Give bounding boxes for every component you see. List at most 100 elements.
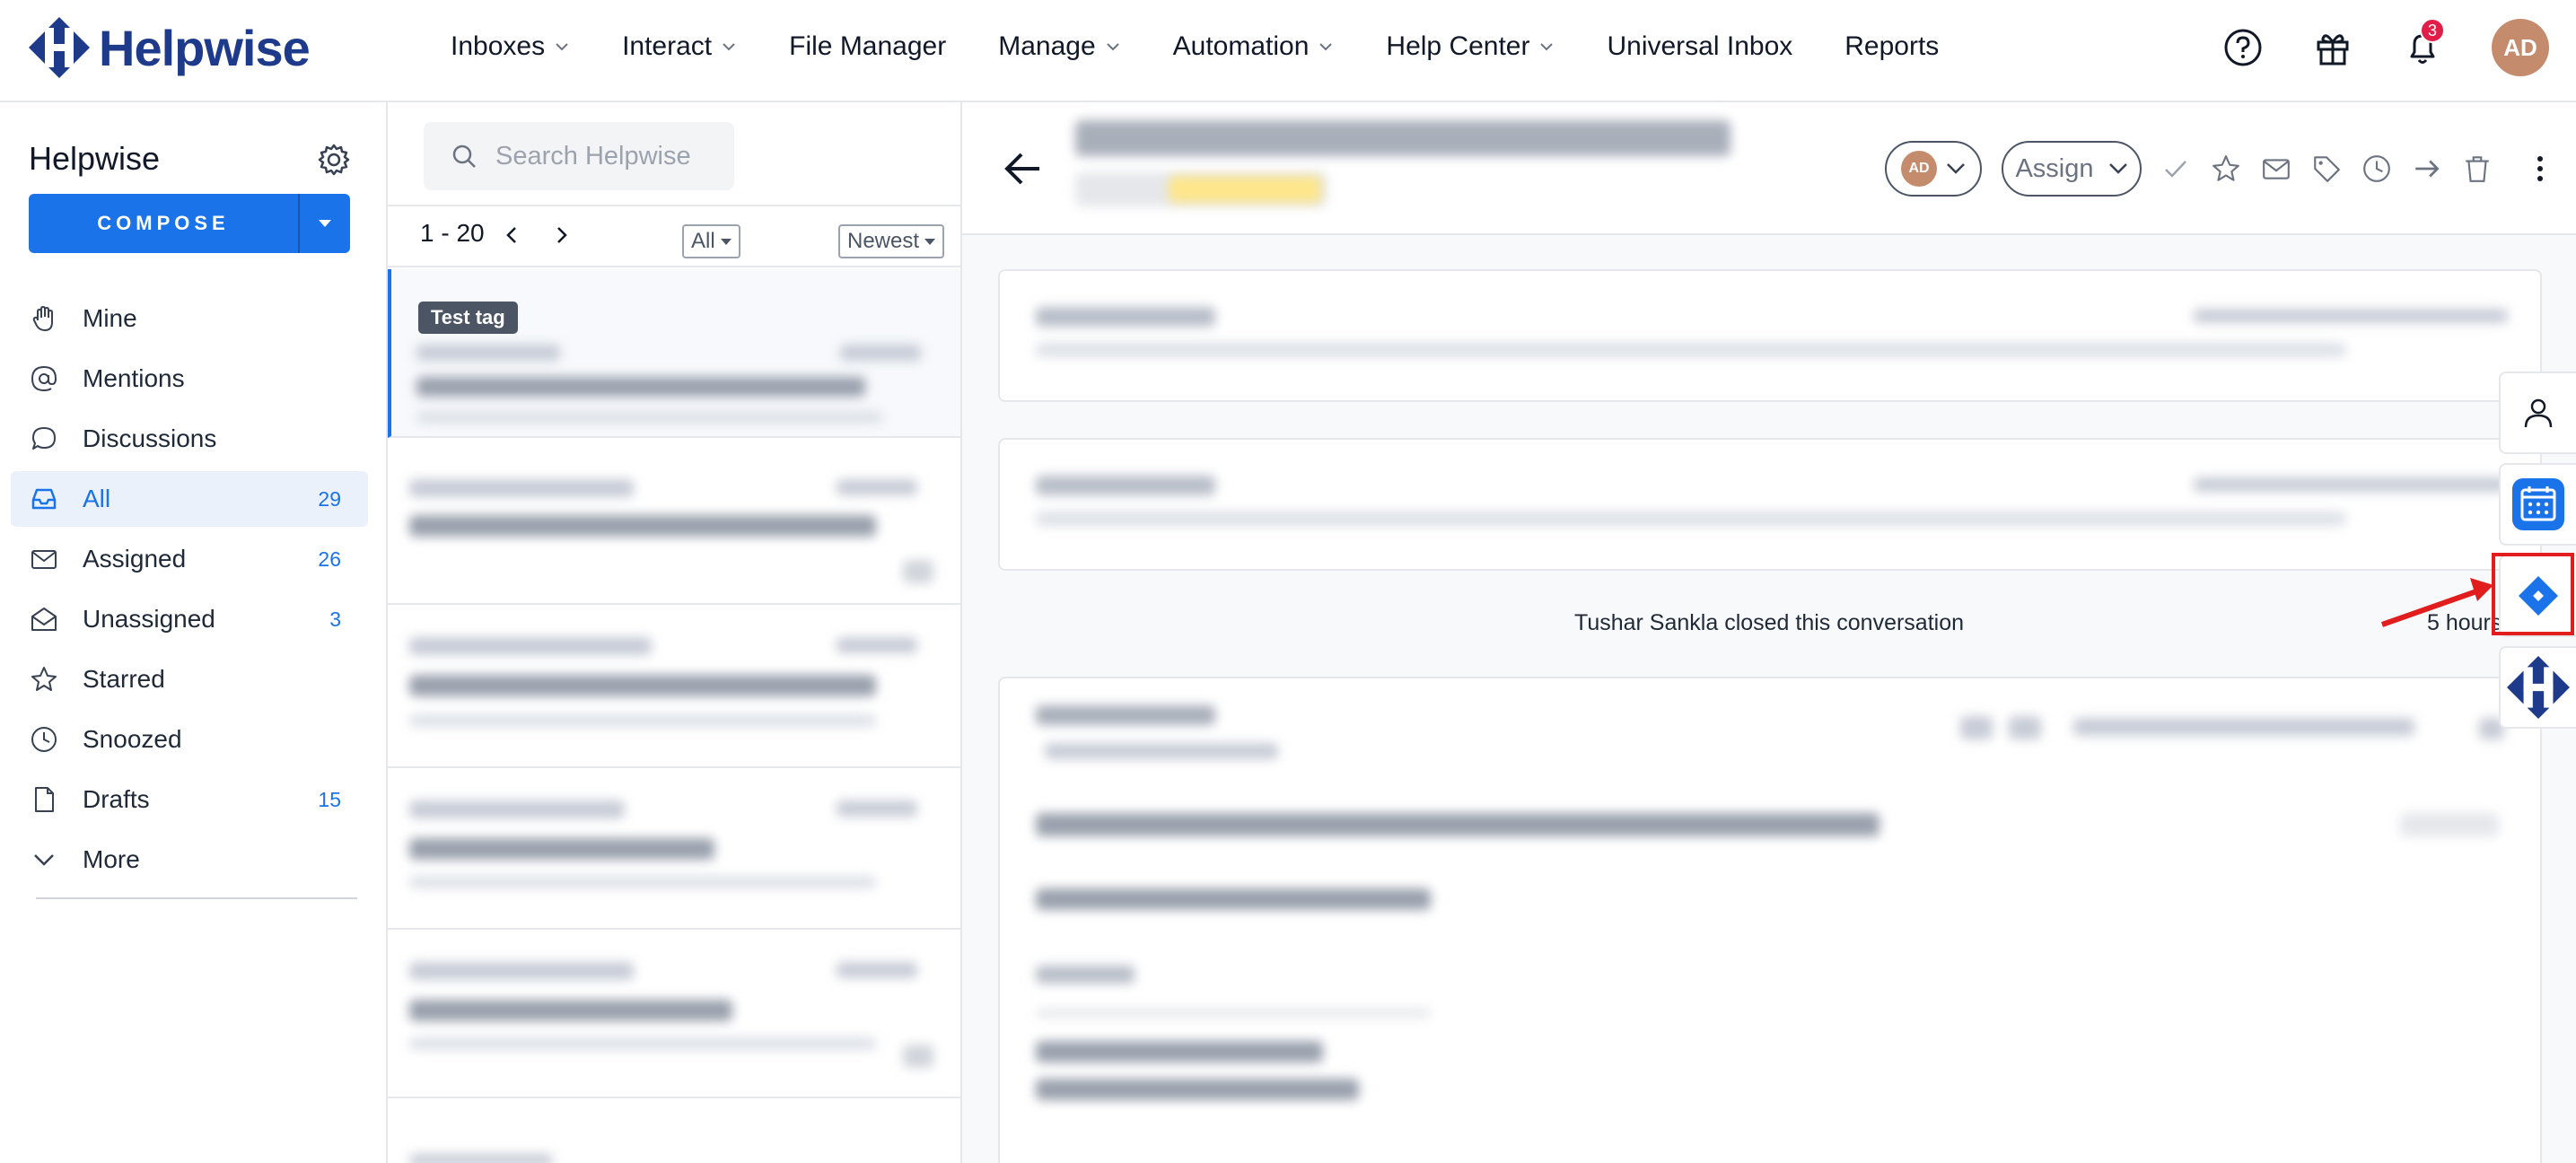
conversation-list-item[interactable]: [388, 605, 960, 768]
assignee-selector[interactable]: AD: [1885, 141, 1982, 197]
nav-reports[interactable]: Reports: [1844, 31, 1939, 62]
compose-button[interactable]: COMPOSE: [29, 194, 298, 253]
nav-automation[interactable]: Automation: [1173, 31, 1335, 62]
prev-page-button[interactable]: [497, 221, 526, 249]
assign-button[interactable]: Assign: [2002, 141, 2142, 197]
annotation-arrow-icon: [2381, 578, 2493, 627]
sidebar-item-drafts[interactable]: Drafts 15: [11, 772, 368, 827]
nav-interact-label: Interact: [622, 31, 713, 61]
snooze-button[interactable]: [2352, 144, 2402, 194]
star-icon: [2212, 155, 2239, 181]
blurred-preview: [416, 411, 883, 424]
blurred-time: [837, 637, 917, 653]
blurred-subject: [409, 1000, 732, 1021]
nav-inboxes-label: Inboxes: [451, 31, 546, 61]
sidebar-item-label: Mentions: [83, 364, 185, 392]
conversation-list-panel: 1 - 20 All Newest Test tag: [388, 102, 962, 1163]
nav-interact[interactable]: Interact: [622, 31, 737, 62]
search-box[interactable]: [424, 122, 734, 190]
helpwise-logo-icon: [29, 17, 90, 78]
sidebar-item-label: Discussions: [83, 424, 217, 452]
blurred-icon: [1960, 716, 1993, 739]
user-avatar[interactable]: AD: [2492, 19, 2549, 76]
contact-details-button[interactable]: [2499, 372, 2576, 454]
draft-icon: [29, 784, 59, 815]
calendar-icon: [2512, 478, 2564, 530]
blurred-sender: [416, 345, 560, 361]
nav-file-manager[interactable]: File Manager: [789, 31, 946, 62]
more-options-button[interactable]: [2515, 144, 2565, 194]
notifications-button[interactable]: 3: [2393, 18, 2452, 77]
calendar-app-button[interactable]: [2499, 463, 2576, 546]
chat-bubble-icon: [29, 424, 59, 454]
nav-help-center[interactable]: Help Center: [1386, 31, 1555, 62]
caret-down-icon: [319, 220, 331, 227]
close-conversation-button[interactable]: [2151, 144, 2201, 194]
conversation-list-item[interactable]: [388, 438, 960, 605]
notification-count-badge: 3: [2420, 18, 2445, 43]
compose-dropdown-button[interactable]: [298, 194, 350, 253]
nav-universal-inbox[interactable]: Universal Inbox: [1607, 31, 1792, 62]
next-page-button[interactable]: [548, 221, 576, 249]
mark-unread-button[interactable]: [2251, 144, 2301, 194]
sidebar-item-mine[interactable]: Mine: [11, 291, 368, 346]
helpwise-logo-icon: [2507, 656, 2570, 719]
sidebar-item-more[interactable]: More: [11, 832, 368, 888]
message-card-expanded: [998, 677, 2542, 1163]
helpwise-app-button[interactable]: [2499, 646, 2576, 729]
brand-name: Helpwise: [99, 19, 311, 76]
sidebar-item-starred[interactable]: Starred: [11, 651, 368, 707]
message-card-collapsed[interactable]: [998, 269, 2542, 402]
sort-dropdown[interactable]: Newest: [838, 224, 945, 258]
caret-down-icon: [924, 238, 936, 245]
message-card-collapsed[interactable]: [998, 438, 2542, 571]
sidebar-item-unassigned[interactable]: Unassigned 3: [11, 591, 368, 647]
nav-inboxes[interactable]: Inboxes: [451, 31, 570, 62]
sidebar-item-all[interactable]: All 29: [11, 471, 368, 527]
forward-button[interactable]: [2402, 144, 2452, 194]
sidebar-item-label: Mine: [83, 304, 137, 332]
conversation-list-item[interactable]: Test tag: [388, 269, 960, 438]
blurred-preview: [1036, 512, 2346, 526]
blurred-body-line: [1036, 1079, 1359, 1100]
sidebar-item-discussions[interactable]: Discussions: [11, 411, 368, 467]
sidebar-item-assigned[interactable]: Assigned 26: [11, 531, 368, 587]
sidebar-item-count: 3: [329, 607, 341, 631]
sidebar-item-snoozed[interactable]: Snoozed: [11, 712, 368, 767]
blurred-timestamp: [2073, 718, 2414, 736]
nav-manage[interactable]: Manage: [998, 31, 1120, 62]
conversation-list-item[interactable]: [388, 768, 960, 930]
chevron-down-icon: [29, 844, 59, 875]
delete-button[interactable]: [2452, 144, 2502, 194]
clock-icon: [29, 724, 59, 755]
user-icon: [2524, 398, 2553, 428]
chevron-right-icon: [557, 227, 567, 243]
sidebar-item-mentions[interactable]: Mentions: [11, 351, 368, 407]
filter-dropdown[interactable]: All: [682, 224, 740, 258]
blurred-time: [837, 962, 917, 978]
chevron-down-icon: [1319, 43, 1333, 51]
conversation-list-item[interactable]: [388, 930, 960, 1098]
blurred-timestamp: [2194, 309, 2508, 323]
star-icon: [29, 664, 59, 695]
search-input[interactable]: [495, 141, 729, 171]
back-arrow-icon[interactable]: [998, 144, 1048, 194]
mail-icon: [29, 544, 59, 574]
blurred-button: [2400, 813, 2499, 836]
blurred-conversation-subject: [1075, 120, 1730, 156]
star-button[interactable]: [2201, 144, 2251, 194]
blurred-recipient: [1045, 743, 1278, 759]
conversation-closed-note: Tushar Sankla closed this conversation: [1573, 610, 1965, 635]
page-range: 1 - 20: [420, 219, 485, 247]
conversation-actions: AD Assign: [1885, 140, 2576, 197]
gift-button[interactable]: [2303, 18, 2362, 77]
chevron-down-icon: [1540, 43, 1554, 51]
sidebar-title: Helpwise: [29, 140, 161, 177]
settings-gear-icon[interactable]: [316, 142, 352, 178]
blurred-preview: [409, 714, 876, 727]
tag-button[interactable]: [2301, 144, 2352, 194]
blurred-sender: [1036, 705, 1215, 725]
sidebar-item-label: Snoozed: [83, 725, 182, 753]
help-button[interactable]: [2213, 18, 2273, 77]
helpwise-logo[interactable]: Helpwise: [27, 14, 311, 81]
